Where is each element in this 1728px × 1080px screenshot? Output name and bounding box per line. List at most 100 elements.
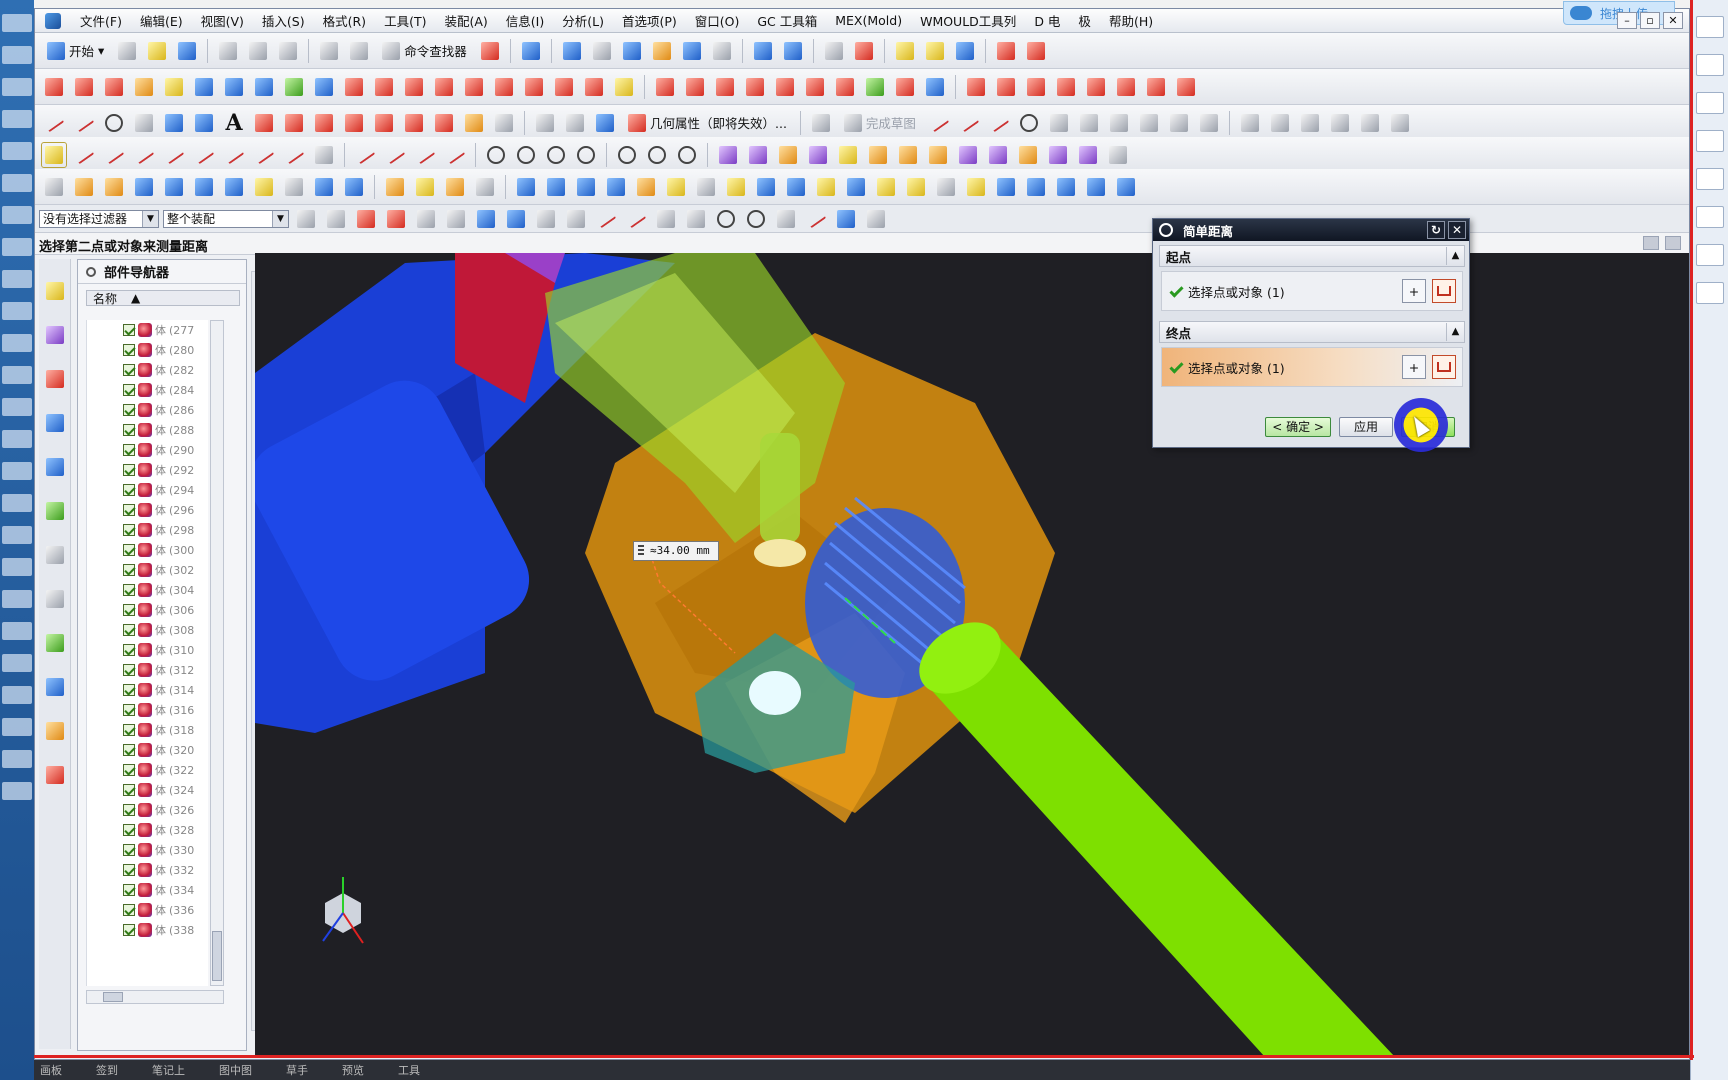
polygon-button[interactable]: [161, 110, 187, 136]
analysis-button[interactable]: [892, 38, 918, 64]
process-studio-tab[interactable]: [42, 671, 68, 703]
menu-edit[interactable]: 编辑(E): [131, 11, 192, 30]
visibility-checkbox[interactable]: [123, 524, 135, 536]
circle-center-button[interactable]: [101, 110, 127, 136]
visibility-checkbox[interactable]: [123, 364, 135, 376]
selection-filter-select[interactable]: 没有选择过滤器 ▼: [39, 209, 159, 228]
mold-pin-button[interactable]: [341, 174, 367, 200]
derived-line-button[interactable]: [461, 110, 487, 136]
mold-drawing-button[interactable]: [723, 174, 749, 200]
end-section-header[interactable]: 终点 ▲: [1159, 321, 1465, 343]
finish-sketch-button[interactable]: 完成草图: [838, 110, 922, 136]
corner3-button[interactable]: [442, 142, 468, 168]
mold-base-button[interactable]: [101, 174, 127, 200]
scroll-thumb[interactable]: [212, 931, 222, 981]
snap-quadrant-button[interactable]: [743, 206, 769, 232]
profile-button[interactable]: [926, 110, 952, 136]
visibility-checkbox[interactable]: [123, 924, 135, 936]
bend-button[interactable]: [1143, 74, 1169, 100]
navigator-row[interactable]: 体 (284: [87, 380, 208, 400]
rotate-view-button[interactable]: [589, 38, 615, 64]
graphics-window[interactable]: ≈34.00 mm: [255, 253, 1689, 1057]
rect2-button[interactable]: [1106, 110, 1132, 136]
face-button[interactable]: [611, 74, 637, 100]
split-button[interactable]: [401, 74, 427, 100]
snap-line-button[interactable]: [593, 206, 619, 232]
point2-button[interactable]: [1166, 110, 1192, 136]
mold-slide-button[interactable]: [382, 174, 408, 200]
offset-button[interactable]: [371, 74, 397, 100]
navigator-row[interactable]: 体 (302: [87, 560, 208, 580]
blend-button[interactable]: [311, 74, 337, 100]
taskbar-item[interactable]: 签到: [96, 1062, 118, 1078]
quick-extend-button[interactable]: [311, 110, 337, 136]
measure-tool-button[interactable]: [477, 38, 503, 64]
visibility-checkbox[interactable]: [123, 564, 135, 576]
navigator-row[interactable]: 体 (312: [87, 660, 208, 680]
mold-screw-button[interactable]: [573, 174, 599, 200]
fit-view-button[interactable]: [559, 38, 585, 64]
navigator-row[interactable]: 体 (304: [87, 580, 208, 600]
edge-blend-button[interactable]: [652, 74, 678, 100]
mold-part-button[interactable]: [813, 174, 839, 200]
extrude-button[interactable]: [131, 74, 157, 100]
mold-block4-button[interactable]: [221, 174, 247, 200]
table-button[interactable]: [821, 38, 847, 64]
start-button[interactable]: 开始 ▾: [41, 38, 110, 64]
visibility-checkbox[interactable]: [123, 544, 135, 556]
draft-face-button[interactable]: [712, 74, 738, 100]
paste-button[interactable]: [275, 38, 301, 64]
snap-tangent-button[interactable]: [653, 206, 679, 232]
mold-electrode-button[interactable]: [633, 174, 659, 200]
arc-button[interactable]: [71, 110, 97, 136]
convert-button[interactable]: [1357, 110, 1383, 136]
text-button[interactable]: A: [221, 110, 247, 136]
pattern-curve-button[interactable]: [491, 110, 517, 136]
bridge-button[interactable]: [551, 74, 577, 100]
name-column-header[interactable]: 名称 ▲: [86, 290, 240, 306]
assembly-mirror-button[interactable]: [835, 142, 861, 168]
assembly-link-button[interactable]: [1075, 142, 1101, 168]
roles-tab[interactable]: [42, 715, 68, 747]
visibility-checkbox[interactable]: [123, 664, 135, 676]
spline-button[interactable]: [993, 74, 1019, 100]
ruler-button[interactable]: [1023, 38, 1049, 64]
snap-center-button[interactable]: [713, 206, 739, 232]
menu-tools[interactable]: 工具(T): [375, 11, 435, 30]
chevron-up-icon[interactable]: ▲: [1446, 323, 1464, 341]
visibility-checkbox[interactable]: [123, 604, 135, 616]
select-box-button[interactable]: [443, 206, 469, 232]
navigator-row[interactable]: 体 (338: [87, 920, 208, 940]
visibility-checkbox[interactable]: [123, 404, 135, 416]
end-select-row[interactable]: 选择点或对象 (1) +: [1161, 347, 1463, 387]
navigator-row[interactable]: 体 (334: [87, 880, 208, 900]
sheet-button[interactable]: [1113, 74, 1139, 100]
palette-tab[interactable]: [42, 627, 68, 659]
visibility-checkbox[interactable]: [123, 724, 135, 736]
open-file-button[interactable]: [144, 38, 170, 64]
trim-button[interactable]: [341, 74, 367, 100]
scroll-thumb[interactable]: [103, 992, 123, 1002]
navigator-horizontal-scrollbar[interactable]: [86, 990, 224, 1004]
arc2-button[interactable]: [986, 110, 1012, 136]
geometry-props-button[interactable]: 几何属性（即将失效）...: [622, 110, 793, 136]
visibility-checkbox[interactable]: [123, 444, 135, 456]
fillet2-button[interactable]: [1046, 110, 1072, 136]
gear-icon[interactable]: [1159, 223, 1173, 237]
select-body-button[interactable]: [503, 206, 529, 232]
shell-button[interactable]: [742, 74, 768, 100]
navigator-row[interactable]: 体 (306: [87, 600, 208, 620]
circle5-button[interactable]: [543, 142, 569, 168]
snap-point-on-button[interactable]: [773, 206, 799, 232]
offset-curve-button[interactable]: [341, 110, 367, 136]
chamfer2-button[interactable]: [1076, 110, 1102, 136]
auto-constraint-button[interactable]: [1267, 110, 1293, 136]
rib-button[interactable]: [832, 74, 858, 100]
visibility-checkbox[interactable]: [123, 344, 135, 356]
menu-preferences[interactable]: 首选项(P): [613, 11, 686, 30]
navigator-row[interactable]: 体 (328: [87, 820, 208, 840]
circle3-button[interactable]: [483, 142, 509, 168]
restore-button[interactable]: ▫: [1640, 12, 1660, 29]
relax-button[interactable]: [1387, 110, 1413, 136]
mold-cone-button[interactable]: [1083, 174, 1109, 200]
